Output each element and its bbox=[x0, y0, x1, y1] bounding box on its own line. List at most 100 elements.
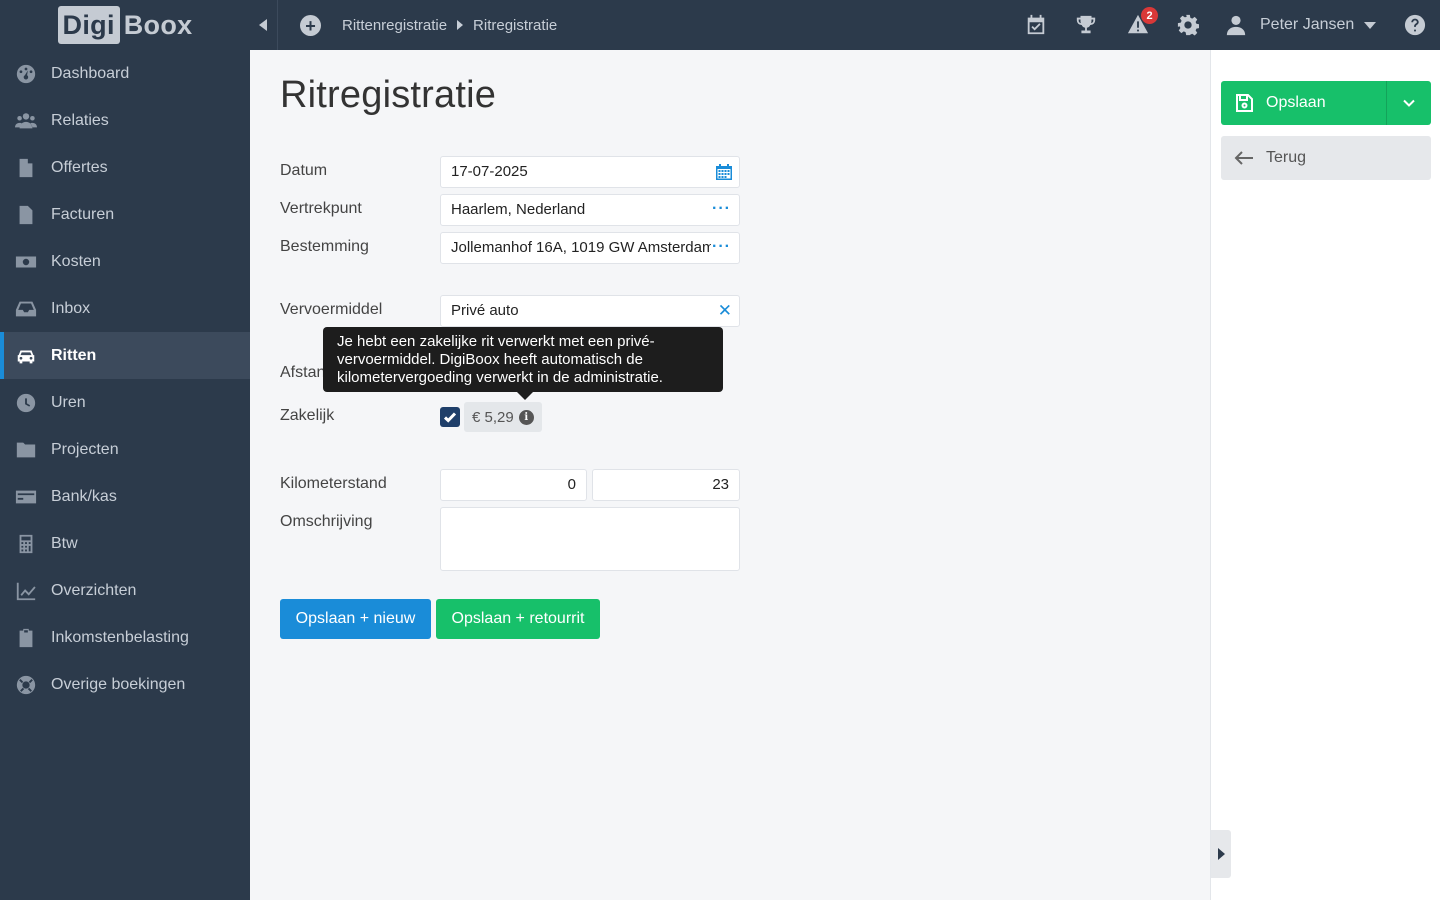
breadcrumb-separator-icon bbox=[457, 20, 464, 30]
sidebar-item-dashboard[interactable]: Dashboard bbox=[0, 50, 250, 97]
sidebar-item-kosten[interactable]: Kosten bbox=[0, 238, 250, 285]
breadcrumb-item-ritregistratie: Ritregistratie bbox=[473, 16, 558, 34]
money-icon bbox=[14, 250, 38, 274]
zakelijk-label: Zakelijk bbox=[280, 407, 335, 424]
sidebar-item-uren[interactable]: Uren bbox=[0, 379, 250, 426]
logo-part-2: Boox bbox=[123, 9, 193, 40]
sidebar-item-label: Overige boekingen bbox=[51, 675, 186, 693]
sidebar-item-overzichten[interactable]: Overzichten bbox=[0, 567, 250, 614]
zakelijk-checkbox[interactable] bbox=[440, 407, 460, 427]
sidebar-item-label: Relaties bbox=[51, 111, 109, 129]
sidebar: Digi Boox Dashboard Relaties Offertes Fa… bbox=[0, 0, 250, 900]
user-name[interactable]: Peter Jansen bbox=[1260, 0, 1354, 50]
calendar-check-icon[interactable] bbox=[1024, 13, 1048, 37]
caret-left-icon bbox=[258, 19, 267, 31]
sidebar-item-projecten[interactable]: Projecten bbox=[0, 426, 250, 473]
credit-card-icon bbox=[14, 485, 38, 509]
kilometerstand-label: Kilometerstand bbox=[280, 475, 387, 492]
sidebar-item-label: Inkomstenbelasting bbox=[51, 628, 189, 646]
dashboard-icon bbox=[14, 62, 38, 86]
datum-field[interactable]: 17-07-2025 bbox=[440, 156, 740, 188]
notification-badge: 2 bbox=[1141, 7, 1158, 24]
page-title: Ritregistratie bbox=[280, 74, 497, 116]
chevron-down-icon bbox=[1403, 99, 1415, 107]
bestemming-field[interactable]: Jollemanhof 16A, 1019 GW Amsterdam ··· bbox=[440, 232, 740, 264]
lifebuoy-icon bbox=[14, 673, 38, 697]
folder-icon bbox=[14, 438, 38, 462]
kilometer-allowance-badge: € 5,29 i bbox=[464, 402, 542, 432]
omschrijving-textarea[interactable] bbox=[440, 507, 740, 571]
sidebar-item-label: Projecten bbox=[51, 440, 119, 458]
save-button-label: Opslaan bbox=[1266, 94, 1326, 111]
sidebar-item-inkomstenbelasting[interactable]: Inkomstenbelasting bbox=[0, 614, 250, 661]
vervoermiddel-select[interactable]: Privé auto ✕ bbox=[440, 295, 740, 327]
vervoermiddel-label: Vervoermiddel bbox=[280, 301, 383, 318]
sidebar-item-label: Ritten bbox=[51, 346, 97, 364]
panel-expand-toggle[interactable] bbox=[1211, 830, 1231, 878]
back-button-label: Terug bbox=[1266, 149, 1307, 166]
sidebar-item-relaties[interactable]: Relaties bbox=[0, 97, 250, 144]
allowance-tooltip: Je hebt een zakelijke rit verwerkt met e… bbox=[323, 327, 723, 400]
vertrekpunt-field[interactable]: Haarlem, Nederland ··· bbox=[440, 194, 740, 226]
save-button[interactable]: Opslaan bbox=[1221, 81, 1431, 125]
save-return-trip-button[interactable]: Opslaan + retourrit bbox=[436, 599, 600, 639]
user-menu-caret-icon[interactable] bbox=[1364, 22, 1376, 29]
trophy-icon[interactable] bbox=[1074, 13, 1098, 37]
sidebar-item-label: Dashboard bbox=[51, 64, 130, 82]
sidebar-item-label: Btw bbox=[51, 534, 78, 552]
vertrekpunt-label: Vertrekpunt bbox=[280, 200, 362, 217]
clear-icon[interactable]: ✕ bbox=[718, 296, 732, 326]
km-end-field[interactable]: 23 bbox=[592, 469, 740, 501]
breadcrumb: Rittenregistratie Ritregistratie bbox=[342, 0, 557, 50]
sidebar-nav: Dashboard Relaties Offertes Facturen Kos… bbox=[0, 50, 250, 708]
sidebar-item-label: Bank/kas bbox=[51, 487, 117, 505]
sidebar-item-overige-boekingen[interactable]: Overige boekingen bbox=[0, 661, 250, 708]
checkmark-icon bbox=[443, 412, 457, 423]
action-panel: Opslaan Terug bbox=[1210, 50, 1440, 900]
save-new-button[interactable]: Opslaan + nieuw bbox=[280, 599, 431, 639]
sidebar-item-offertes[interactable]: Offertes bbox=[0, 144, 250, 191]
gear-icon[interactable] bbox=[1176, 13, 1200, 37]
sidebar-item-ritten[interactable]: Ritten bbox=[0, 332, 250, 379]
bestemming-label: Bestemming bbox=[280, 238, 369, 255]
back-button[interactable]: Terug bbox=[1221, 136, 1431, 180]
sidebar-item-label: Kosten bbox=[51, 252, 101, 270]
km-end-value: 23 bbox=[712, 476, 729, 493]
info-icon[interactable]: i bbox=[518, 409, 534, 425]
sidebar-collapse-button[interactable] bbox=[250, 0, 278, 50]
add-button[interactable]: + bbox=[300, 15, 321, 36]
datum-label: Datum bbox=[280, 162, 328, 179]
omschrijving-label: Omschrijving bbox=[280, 513, 373, 530]
breadcrumb-item-rittenregistratie[interactable]: Rittenregistratie bbox=[342, 17, 447, 34]
sidebar-item-inbox[interactable]: Inbox bbox=[0, 285, 250, 332]
calculator-icon bbox=[14, 532, 38, 556]
alert-icon[interactable]: 2 bbox=[1126, 7, 1158, 37]
more-options-icon[interactable]: ··· bbox=[712, 233, 731, 262]
tooltip-line: Je hebt een zakelijke rit verwerkt met e… bbox=[337, 333, 655, 350]
file-icon bbox=[14, 156, 38, 180]
sidebar-item-label: Uren bbox=[51, 393, 86, 411]
tooltip-line: kilometervergoeding verwerkt in de admin… bbox=[337, 369, 663, 386]
clipboard-icon bbox=[14, 626, 38, 650]
invoice-icon bbox=[14, 203, 38, 227]
calendar-icon[interactable] bbox=[715, 163, 733, 181]
save-options-dropdown[interactable] bbox=[1386, 81, 1431, 125]
tooltip-line: vervoermiddel. DigiBoox heeft automatisc… bbox=[337, 351, 643, 368]
sidebar-item-btw[interactable]: Btw bbox=[0, 520, 250, 567]
logo[interactable]: Digi Boox bbox=[57, 6, 193, 44]
km-start-field[interactable]: 0 bbox=[440, 469, 587, 501]
main-content: Ritregistratie Datum 17-07-2025 Vertrekp… bbox=[250, 50, 1210, 900]
more-options-icon[interactable]: ··· bbox=[712, 195, 731, 224]
logo-bar: Digi Boox bbox=[0, 0, 250, 50]
topbar: + Rittenregistratie Ritregistratie 2 Pet… bbox=[250, 0, 1440, 50]
sidebar-item-label: Overzichten bbox=[51, 581, 137, 599]
plus-icon: + bbox=[305, 15, 316, 36]
sidebar-item-label: Inbox bbox=[51, 299, 91, 317]
sidebar-item-label: Facturen bbox=[51, 205, 115, 223]
help-icon[interactable] bbox=[1403, 13, 1427, 37]
sidebar-item-facturen[interactable]: Facturen bbox=[0, 191, 250, 238]
floppy-disk-icon bbox=[1234, 93, 1254, 113]
sidebar-item-bank-kas[interactable]: Bank/kas bbox=[0, 473, 250, 520]
bestemming-value: Jollemanhof 16A, 1019 GW Amsterdam bbox=[451, 239, 711, 256]
user-avatar-icon[interactable] bbox=[1224, 13, 1248, 37]
